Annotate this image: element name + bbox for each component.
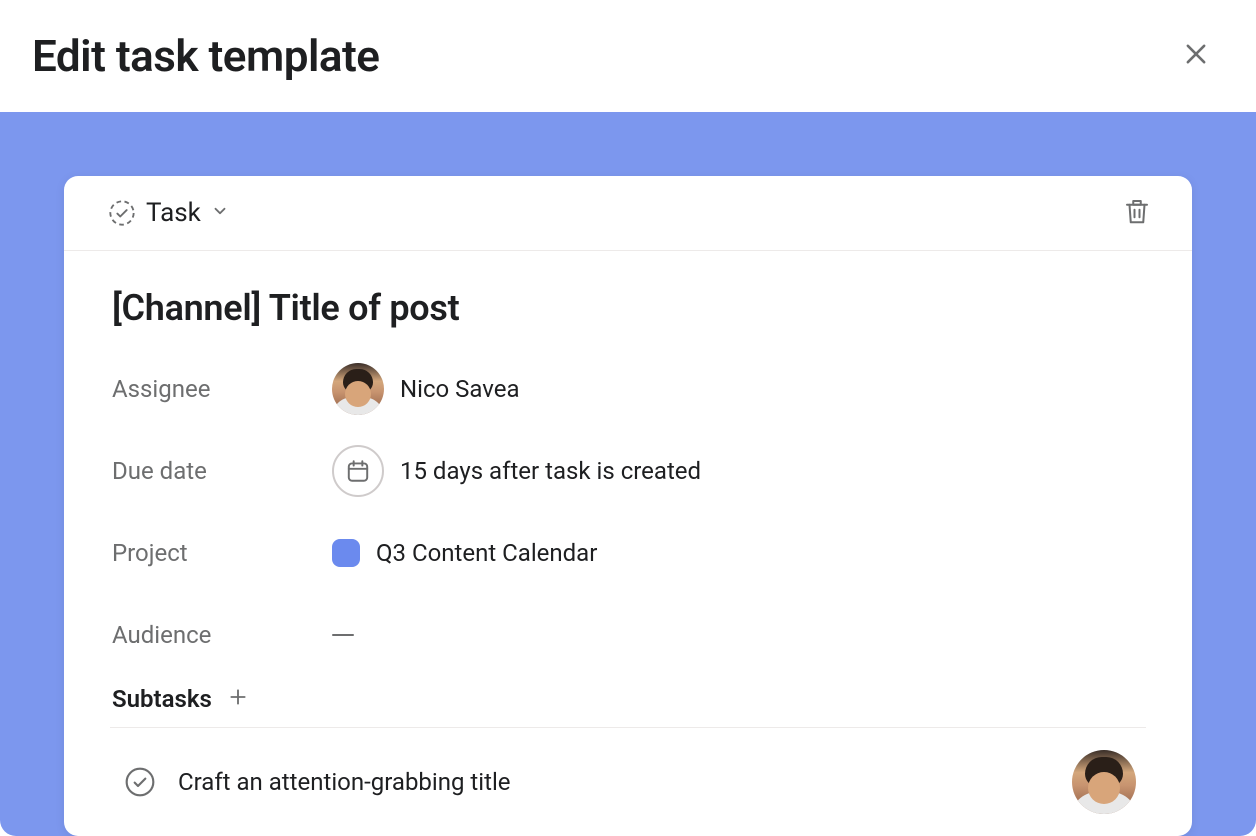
assignee-field: Assignee Nico Savea <box>112 357 1144 421</box>
task-type-selector[interactable]: Task <box>108 198 229 228</box>
task-card: Task <box>64 176 1192 836</box>
avatar <box>332 363 384 415</box>
plus-icon <box>228 687 248 711</box>
chevron-down-icon <box>211 202 229 224</box>
subtask-row[interactable]: Craft an attention-grabbing title <box>112 728 1144 824</box>
project-color-chip <box>332 539 360 567</box>
due-date-field: Due date 15 days after task is created <box>112 439 1144 503</box>
assignee-name: Nico Savea <box>400 375 520 403</box>
due-date-value[interactable]: 15 days after task is created <box>332 445 701 497</box>
avatar[interactable] <box>1072 750 1136 814</box>
project-name: Q3 Content Calendar <box>376 539 597 567</box>
audience-label: Audience <box>112 621 332 649</box>
project-field: Project Q3 Content Calendar <box>112 521 1144 585</box>
close-button[interactable] <box>1176 34 1216 78</box>
audience-value[interactable] <box>332 634 354 637</box>
assignee-label: Assignee <box>112 375 332 403</box>
empty-value-icon <box>332 634 354 637</box>
subtask-title: Craft an attention-grabbing title <box>178 768 1050 796</box>
edit-task-template-modal: Edit task template <box>0 0 1256 836</box>
due-date-text: 15 days after task is created <box>400 457 701 485</box>
card-content: [Channel] Title of post Assignee Nico Sa… <box>64 251 1192 836</box>
modal-header: Edit task template <box>0 0 1256 112</box>
subtasks-label: Subtasks <box>112 685 212 713</box>
modal-body: Task <box>0 112 1256 836</box>
dashed-check-circle-icon <box>108 199 136 227</box>
delete-button[interactable] <box>1122 196 1152 230</box>
close-icon <box>1182 40 1210 72</box>
add-subtask-button[interactable] <box>228 687 248 711</box>
modal-title: Edit task template <box>32 30 379 82</box>
project-value[interactable]: Q3 Content Calendar <box>332 539 597 567</box>
assignee-value[interactable]: Nico Savea <box>332 363 520 415</box>
check-circle-icon[interactable] <box>124 766 156 798</box>
trash-icon <box>1122 196 1152 230</box>
card-toolbar: Task <box>64 176 1192 251</box>
task-type-label: Task <box>146 198 201 228</box>
task-title-input[interactable]: [Channel] Title of post <box>112 287 1144 329</box>
subtasks-header: Subtasks <box>112 685 1144 713</box>
project-label: Project <box>112 539 332 567</box>
audience-field: Audience <box>112 603 1144 667</box>
calendar-icon <box>332 445 384 497</box>
due-date-label: Due date <box>112 457 332 485</box>
